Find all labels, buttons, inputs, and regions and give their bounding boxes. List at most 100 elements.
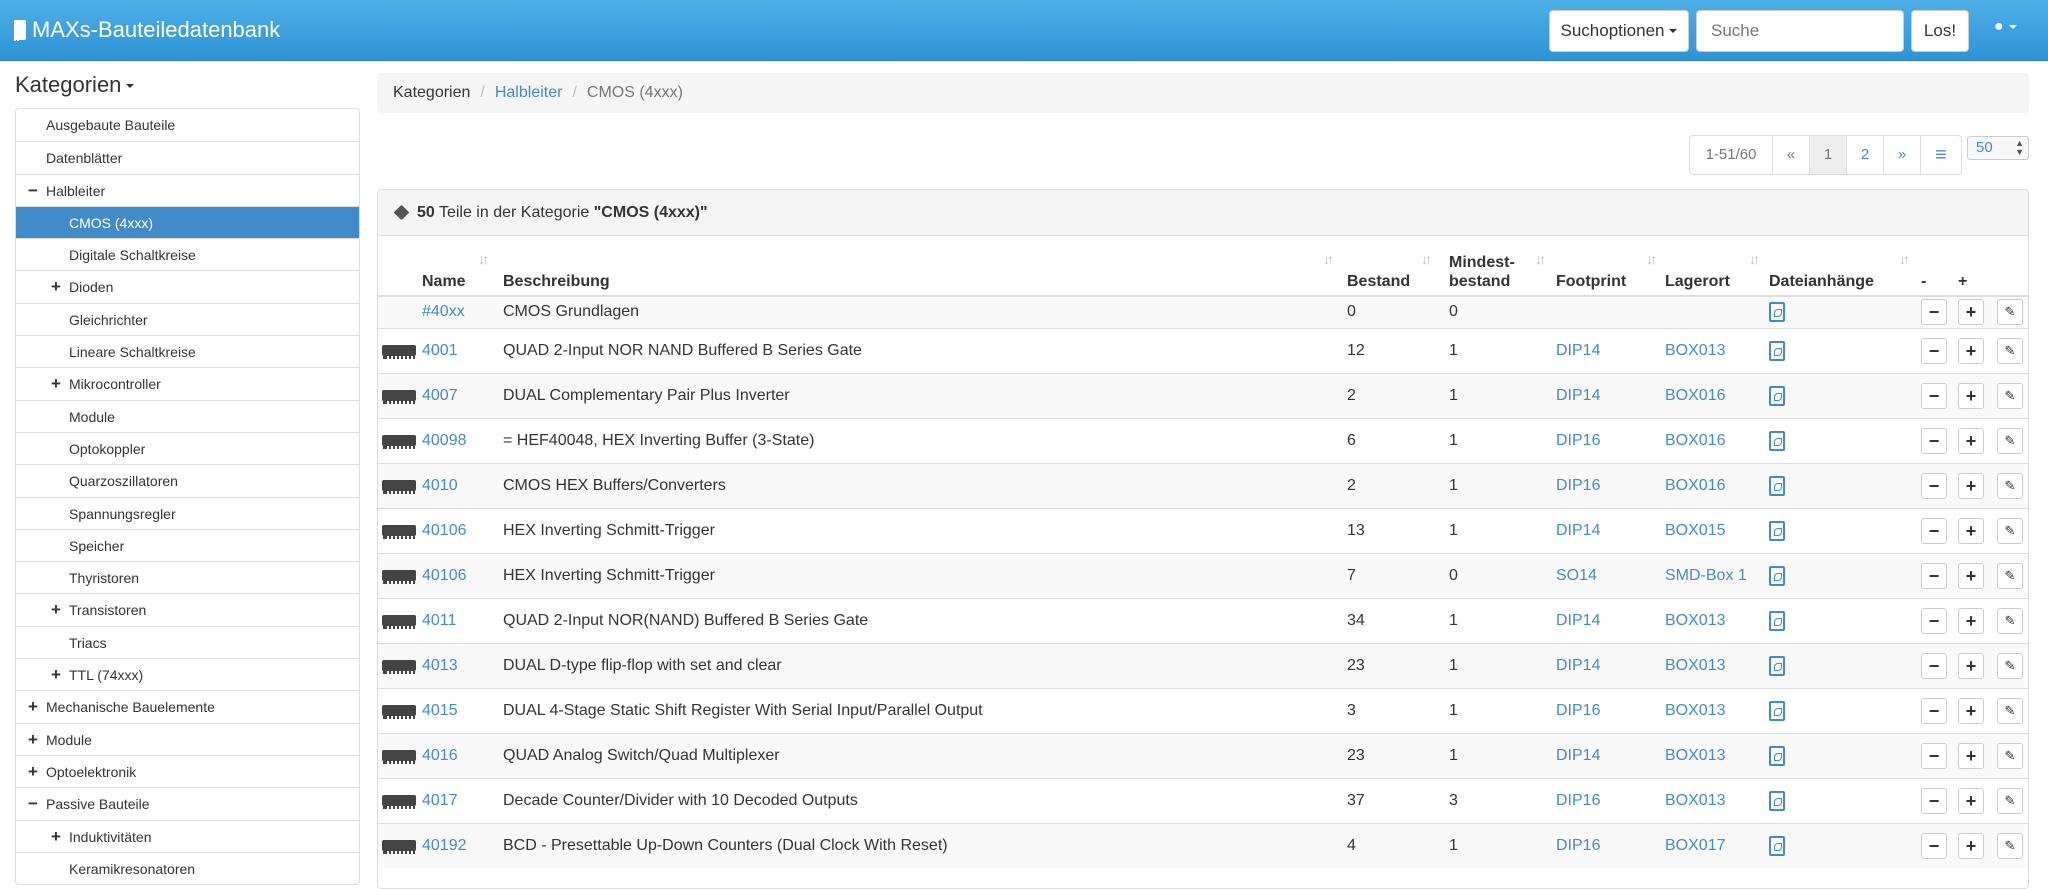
edit-pencil-icon[interactable]: ✎	[1997, 562, 2023, 589]
sidebar-item[interactable]: Thyristoren	[16, 561, 359, 593]
increase-stock-button[interactable]: +	[1958, 787, 1984, 814]
edit-pencil-icon[interactable]: ✎	[1997, 299, 2023, 326]
search-input[interactable]	[1696, 10, 1904, 52]
storage-link[interactable]: BOX013	[1665, 612, 1725, 629]
pagination-first[interactable]: «	[1772, 135, 1810, 175]
footprint-link[interactable]: SO14	[1556, 567, 1597, 584]
decrease-stock-button[interactable]: −	[1921, 427, 1947, 454]
storage-link[interactable]: BOX013	[1665, 792, 1725, 809]
sidebar-title[interactable]: Kategorien	[15, 70, 360, 108]
col-storage[interactable]: Lagerort ↓↑	[1665, 236, 1769, 297]
expand-icon[interactable]: +	[28, 724, 38, 756]
pagination-page-1[interactable]: 1	[1809, 135, 1847, 175]
expand-icon[interactable]: +	[28, 691, 38, 723]
part-name-link[interactable]: 4017	[422, 792, 458, 809]
part-name-link[interactable]: 40106	[422, 567, 467, 584]
ic-chip-icon[interactable]	[382, 749, 416, 764]
app-brand[interactable]: MAXs-Bauteiledatenbank	[14, 17, 280, 43]
decrease-stock-button[interactable]: −	[1921, 787, 1947, 814]
pdf-file-icon[interactable]	[1769, 610, 1785, 631]
sidebar-item[interactable]: + Optoelektronik	[16, 754, 359, 788]
ic-chip-icon[interactable]	[382, 614, 416, 629]
per-page-select[interactable]: 50 ▲ ▼	[1967, 136, 2029, 160]
increase-stock-button[interactable]: +	[1958, 562, 1984, 589]
part-name-link[interactable]: #40xx	[422, 303, 465, 320]
ic-chip-icon[interactable]	[382, 344, 416, 359]
part-name-link[interactable]: 4007	[422, 387, 458, 404]
col-name[interactable]: Name ↓↑	[422, 236, 503, 297]
ic-chip-icon[interactable]	[382, 794, 416, 809]
decrease-stock-button[interactable]: −	[1921, 299, 1947, 326]
increase-stock-button[interactable]: +	[1958, 517, 1984, 544]
increase-stock-button[interactable]: +	[1958, 427, 1984, 454]
footprint-link[interactable]: DIP14	[1556, 747, 1600, 764]
sidebar-item[interactable]: Triacs	[16, 625, 359, 658]
pdf-file-icon[interactable]	[1769, 430, 1785, 451]
sort-icon[interactable]: ↓↑	[1421, 250, 1432, 269]
sidebar-item[interactable]: Quarzoszillatoren	[16, 464, 359, 496]
footprint-link[interactable]: DIP14	[1556, 387, 1600, 404]
sidebar-item[interactable]: + Transistoren	[16, 593, 359, 625]
ic-chip-icon[interactable]	[382, 659, 416, 674]
decrease-stock-button[interactable]: −	[1921, 472, 1947, 499]
list-view-icon[interactable]: ≡	[1920, 135, 1962, 175]
storage-link[interactable]: SMD-Box 1	[1665, 567, 1747, 584]
part-name-link[interactable]: 4013	[422, 657, 458, 674]
storage-link[interactable]: BOX017	[1665, 837, 1725, 854]
expand-icon[interactable]: +	[51, 368, 61, 400]
pdf-file-icon[interactable]	[1769, 790, 1785, 811]
part-name-link[interactable]: 40106	[422, 522, 467, 539]
edit-pencil-icon[interactable]: ✎	[1997, 382, 2023, 409]
footprint-link[interactable]: DIP16	[1556, 432, 1600, 449]
footprint-link[interactable]: DIP14	[1556, 342, 1600, 359]
part-name-link[interactable]: 40098	[422, 432, 467, 449]
sidebar-item[interactable]: Optokoppler	[16, 431, 359, 464]
decrease-stock-button[interactable]: −	[1921, 517, 1947, 544]
sidebar-item[interactable]: + Mechanische Bauelemente	[16, 690, 359, 722]
footprint-link[interactable]: DIP14	[1556, 522, 1600, 539]
col-minstock[interactable]: Mindest-bestand ↓↑	[1449, 236, 1556, 297]
footprint-link[interactable]: DIP16	[1556, 792, 1600, 809]
edit-pencil-icon[interactable]: ✎	[1997, 697, 2023, 724]
footprint-link[interactable]: DIP16	[1556, 837, 1600, 854]
expand-icon[interactable]: +	[51, 821, 61, 853]
footprint-link[interactable]: DIP16	[1556, 702, 1600, 719]
edit-pencil-icon[interactable]: ✎	[1997, 742, 2023, 769]
col-stock[interactable]: Bestand ↓↑	[1347, 236, 1449, 297]
sort-icon[interactable]: ↓↑	[1899, 250, 1910, 269]
pagination-next[interactable]: »	[1883, 135, 1921, 175]
sidebar-item[interactable]: Ausgebaute Bauteile	[16, 109, 359, 141]
expand-icon[interactable]: +	[51, 659, 61, 691]
sidebar-item[interactable]: Speicher	[16, 528, 359, 561]
sidebar-item[interactable]: + Induktivitäten	[16, 819, 359, 853]
col-description[interactable]: Beschreibung ↓↑	[503, 236, 1347, 297]
edit-pencil-icon[interactable]: ✎	[1997, 517, 2023, 544]
increase-stock-button[interactable]: +	[1958, 652, 1984, 679]
edit-pencil-icon[interactable]: ✎	[1997, 472, 2023, 499]
part-name-link[interactable]: 4001	[422, 342, 458, 359]
sidebar-item[interactable]: Spannungsregler	[16, 496, 359, 529]
increase-stock-button[interactable]: +	[1958, 382, 1984, 409]
pdf-file-icon[interactable]	[1769, 565, 1785, 586]
sidebar-item[interactable]: + Dioden	[16, 270, 359, 302]
storage-link[interactable]: BOX016	[1665, 387, 1725, 404]
pdf-file-icon[interactable]	[1769, 302, 1785, 323]
decrease-stock-button[interactable]: −	[1921, 562, 1947, 589]
sidebar-item[interactable]: Module	[16, 399, 359, 432]
increase-stock-button[interactable]: +	[1958, 832, 1984, 859]
ic-chip-icon[interactable]	[382, 479, 416, 494]
storage-link[interactable]: BOX013	[1665, 702, 1725, 719]
sidebar-item[interactable]: CMOS (4xxx)	[16, 205, 359, 239]
search-go-button[interactable]: Los!	[1911, 10, 1969, 52]
edit-pencil-icon[interactable]: ✎	[1997, 427, 2023, 454]
increase-stock-button[interactable]: +	[1958, 299, 1984, 326]
expand-icon[interactable]: +	[51, 271, 61, 303]
part-name-link[interactable]: 4015	[422, 702, 458, 719]
sidebar-item[interactable]: − Halbleiter	[16, 173, 359, 206]
pdf-file-icon[interactable]	[1769, 655, 1785, 676]
collapse-icon[interactable]: −	[28, 788, 38, 820]
storage-link[interactable]: BOX013	[1665, 657, 1725, 674]
storage-link[interactable]: BOX013	[1665, 342, 1725, 359]
pdf-file-icon[interactable]	[1769, 835, 1785, 856]
expand-icon[interactable]: +	[28, 756, 38, 788]
